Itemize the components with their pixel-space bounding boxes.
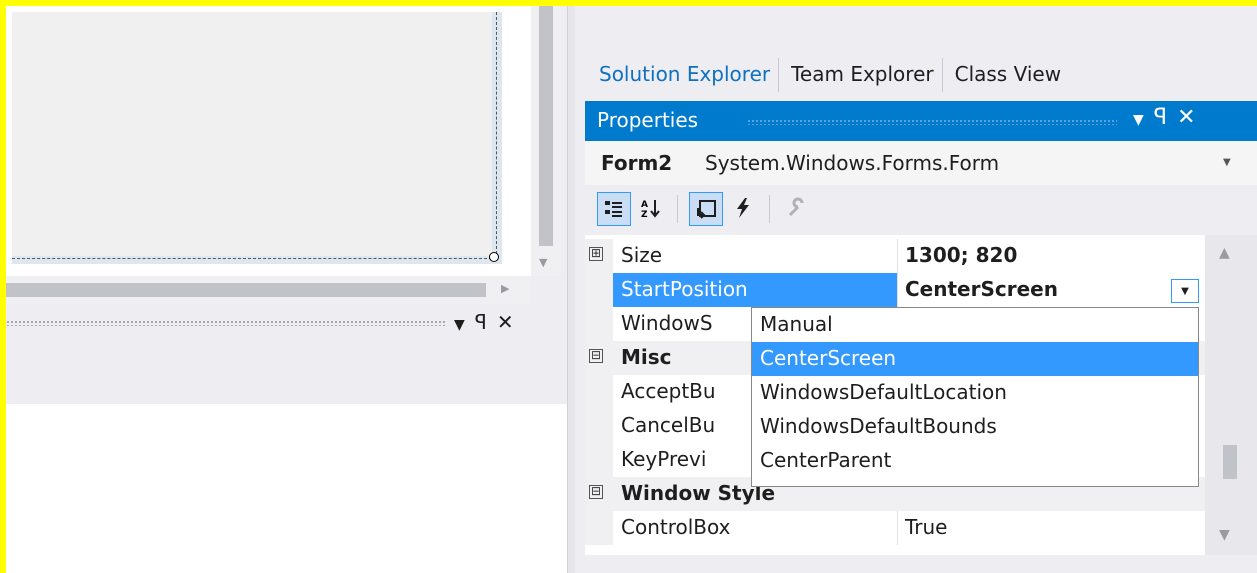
property-value[interactable]: True (905, 515, 947, 539)
object-name: Form2 (601, 151, 673, 175)
designer-horizontal-scrollbar[interactable]: ▶ (6, 276, 531, 304)
lower-panel-header-icons: ▼ꟼ✕ (454, 310, 524, 334)
scroll-up-arrow-icon[interactable]: ▲ (1219, 245, 1230, 261)
pin-icon[interactable]: ꟼ (1154, 105, 1177, 130)
scrollbar-thumb[interactable] (539, 6, 553, 246)
pin-icon[interactable]: ꟼ (475, 310, 497, 334)
collapse-icon[interactable]: ⊟ (589, 485, 603, 499)
property-value[interactable]: CenterScreen (905, 277, 1058, 301)
property-row-controlbox[interactable]: ControlBox True (585, 511, 1205, 545)
explorer-tabs: Solution Explorer Team Explorer Class Vi… (595, 58, 1077, 92)
property-name: KeyPrevi (621, 447, 707, 471)
lower-panel-toolbar (6, 340, 567, 404)
tab-solution-explorer[interactable]: Solution Explorer (595, 58, 780, 92)
svg-text:A: A (641, 200, 648, 210)
object-selector[interactable]: Form2 System.Windows.Forms.Form ▼ (585, 141, 1257, 185)
value-dropdown-button[interactable]: ▼ (1171, 279, 1199, 303)
collapse-icon[interactable]: ⊟ (589, 349, 603, 363)
properties-title: Properties (597, 108, 699, 132)
tab-class-view[interactable]: Class View (951, 58, 1069, 92)
scroll-down-arrow-icon[interactable]: ▼ (1219, 527, 1230, 543)
svg-text:Z: Z (641, 210, 648, 219)
chevron-down-icon: ▼ (1181, 285, 1189, 297)
property-pages-icon[interactable] (781, 192, 813, 224)
lower-tool-panel: ▼ꟼ✕ (6, 304, 567, 573)
selection-border (12, 12, 497, 259)
property-row-size[interactable]: ⊞ Size 1300; 820 (585, 239, 1205, 273)
startposition-dropdown-list: Manual CenterScreen WindowsDefaultLocati… (751, 307, 1199, 487)
properties-title-icons: ▼ꟼ✕ (1133, 105, 1206, 130)
option-centerscreen[interactable]: CenterScreen (752, 342, 1198, 376)
property-name: CancelBu (621, 413, 716, 437)
option-label: Manual (760, 312, 833, 336)
option-windowsdefaultbounds[interactable]: WindowsDefaultBounds (752, 410, 1198, 444)
category-name: Misc (621, 345, 672, 369)
option-label: CenterParent (760, 448, 892, 472)
form-designer-surface[interactable] (6, 6, 531, 276)
events-icon[interactable] (727, 192, 759, 224)
properties-toolbar: AZ (585, 185, 1257, 235)
option-windowsdefaultlocation[interactable]: WindowsDefaultLocation (752, 376, 1198, 410)
property-name: ControlBox (621, 515, 731, 539)
resize-handle[interactable] (489, 252, 499, 262)
property-value[interactable]: 1300; 820 (905, 243, 1017, 267)
panel-grip[interactable] (6, 320, 446, 326)
option-label: WindowsDefaultLocation (760, 380, 1007, 404)
tab-team-explorer[interactable]: Team Explorer (787, 58, 943, 92)
option-label: WindowsDefaultBounds (760, 414, 997, 438)
option-centerparent[interactable]: CenterParent (752, 444, 1198, 478)
property-name: AcceptBu (621, 379, 716, 403)
property-name: StartPosition (621, 277, 748, 301)
option-manual[interactable]: Manual (752, 308, 1198, 342)
expand-icon[interactable]: ⊞ (589, 247, 603, 261)
scrollbar-thumb[interactable] (6, 283, 486, 297)
properties-title-bar: Properties ▼ꟼ✕ (585, 101, 1257, 141)
dropdown-arrow-icon[interactable]: ▼ (454, 317, 475, 333)
scroll-right-arrow-icon[interactable]: ▶ (501, 282, 509, 295)
close-icon[interactable]: ✕ (497, 310, 524, 334)
categorized-icon[interactable] (597, 192, 631, 226)
option-label: CenterScreen (760, 346, 897, 370)
right-dock-area: Solution Explorer Team Explorer Class Vi… (575, 6, 1257, 573)
properties-icon[interactable] (689, 192, 723, 226)
designer-vertical-scrollbar[interactable]: ▼ (531, 6, 561, 276)
chevron-down-icon[interactable]: ▼ (1223, 157, 1231, 168)
scrollbar-thumb[interactable] (1223, 445, 1237, 479)
property-name: WindowS (621, 311, 713, 335)
alphabetical-icon[interactable]: AZ (635, 192, 667, 224)
title-grip[interactable] (747, 119, 1117, 125)
dropdown-arrow-icon[interactable]: ▼ (1133, 112, 1154, 128)
lower-panel-header: ▼ꟼ✕ (6, 304, 567, 340)
property-grid-scrollbar[interactable]: ▲ ▼ (1205, 235, 1257, 555)
property-name: Size (621, 243, 663, 267)
object-type: System.Windows.Forms.Form (705, 151, 1000, 175)
property-row-startposition[interactable]: StartPosition CenterScreen ▼ (585, 273, 1205, 307)
scroll-down-arrow-icon[interactable]: ▼ (539, 256, 547, 269)
close-icon[interactable]: ✕ (1177, 105, 1205, 130)
